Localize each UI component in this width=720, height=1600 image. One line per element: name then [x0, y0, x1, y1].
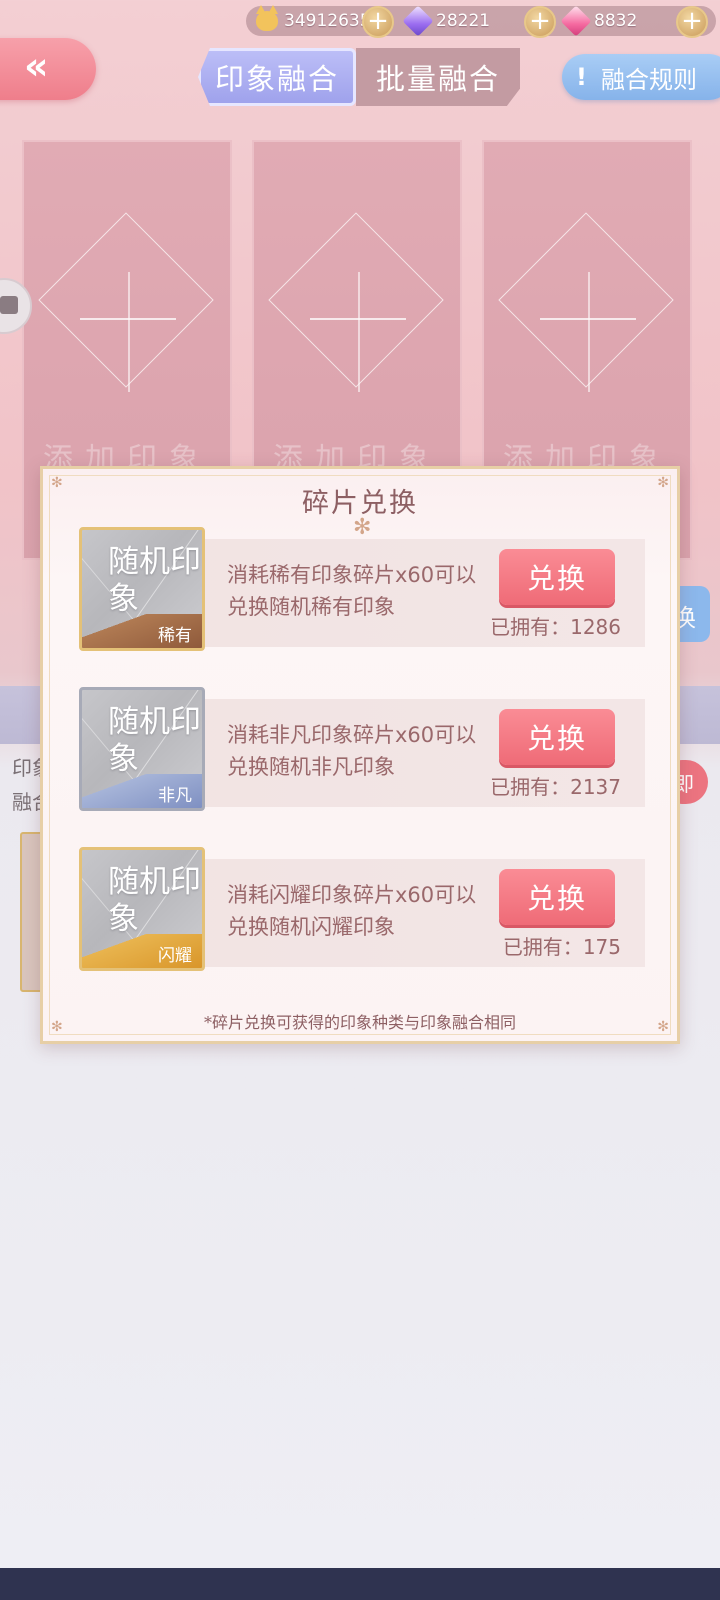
owned-count: 已拥有：2137	[490, 771, 621, 800]
exchange-row-shining: 随机印象 闪耀 消耗闪耀印象碎片x60可以兑换随机闪耀印象 兑换 已拥有：175	[79, 847, 645, 971]
exchange-row-rare: 随机印象 稀有 消耗稀有印象碎片x60可以兑换随机稀有印象 兑换 已拥有：128…	[79, 527, 645, 651]
purple-gem-amount: 28221	[436, 11, 491, 31]
exchange-footnote: *碎片兑换可获得的印象种类与印象融合相同	[203, 1013, 516, 1032]
fusion-rules-label: 融合规则	[600, 65, 697, 94]
cat-coin-icon	[254, 5, 280, 34]
random-impression-thumbnail: 随机印象 闪耀	[79, 847, 205, 971]
pink-gem-currency: 8832	[560, 5, 638, 37]
gold-currency: 34912635	[254, 5, 371, 36]
thumbnail-text: 随机印象	[108, 704, 201, 777]
purple-gem-icon	[402, 5, 434, 37]
add-pink-gem-plus-icon[interactable]: +	[676, 6, 708, 38]
thumbnail-text: 随机印象	[108, 544, 201, 617]
owned-value: 2137	[570, 775, 621, 799]
redeem-shining-button[interactable]: 兑换	[499, 869, 615, 925]
back-button[interactable]: «	[0, 38, 96, 100]
random-impression-thumbnail: 随机印象 非凡	[79, 687, 205, 811]
double-chevron-left-icon: «	[24, 44, 48, 88]
owned-value: 175	[582, 935, 621, 959]
fragment-exchange-dialog: ✻ ✻ ✻ ✻ 碎片兑换 ✻ 随机印象 稀有 消耗稀有印象碎片x60可以兑换随机…	[40, 466, 680, 1044]
slot-diamond-frame	[498, 212, 674, 388]
exchange-row-extraordinary: 随机印象 非凡 消耗非凡印象碎片x60可以兑换随机非凡印象 兑换 已拥有：213…	[79, 687, 645, 811]
fusion-rules-button[interactable]: ! 融合规则	[562, 54, 720, 100]
owned-count: 已拥有：1286	[490, 611, 621, 640]
pink-gem-icon	[560, 5, 592, 37]
slot-diamond-frame	[268, 212, 444, 388]
exchange-description: 消耗非凡印象碎片x60可以兑换随机非凡印象	[227, 723, 477, 779]
add-purple-gem-plus-icon[interactable]: +	[524, 6, 556, 38]
owned-label: 已拥有：	[490, 615, 571, 639]
bottom-strip	[0, 1568, 720, 1600]
snowflake-icon: ✻	[353, 515, 372, 540]
pink-gem-amount: 8832	[594, 11, 638, 31]
slot-diamond-frame	[38, 212, 214, 388]
owned-value: 1286	[570, 615, 621, 639]
add-gold-plus-icon[interactable]: +	[362, 6, 394, 38]
tab-batch-fusion[interactable]: 批量融合	[356, 48, 520, 106]
random-impression-thumbnail: 随机印象 稀有	[79, 527, 205, 651]
rarity-label: 闪耀	[158, 946, 192, 966]
rarity-label: 稀有	[158, 626, 192, 646]
purple-gem-currency: 28221	[402, 5, 491, 37]
thumbnail-text: 随机印象	[108, 864, 201, 937]
tab-impression-fusion[interactable]: 印象融合	[198, 48, 356, 106]
rarity-label: 非凡	[158, 786, 192, 806]
exclamation-icon: !	[576, 63, 587, 91]
exchange-description: 消耗稀有印象碎片x60可以兑换随机稀有印象	[227, 563, 477, 619]
redeem-rare-button[interactable]: 兑换	[499, 549, 615, 605]
owned-label: 已拥有：	[502, 935, 583, 959]
gold-amount: 34912635	[284, 11, 371, 31]
exchange-description: 消耗闪耀印象碎片x60可以兑换随机闪耀印象	[227, 883, 477, 939]
owned-label: 已拥有：	[490, 775, 571, 799]
redeem-extraordinary-button[interactable]: 兑换	[499, 709, 615, 765]
owned-count: 已拥有：175	[503, 931, 621, 960]
